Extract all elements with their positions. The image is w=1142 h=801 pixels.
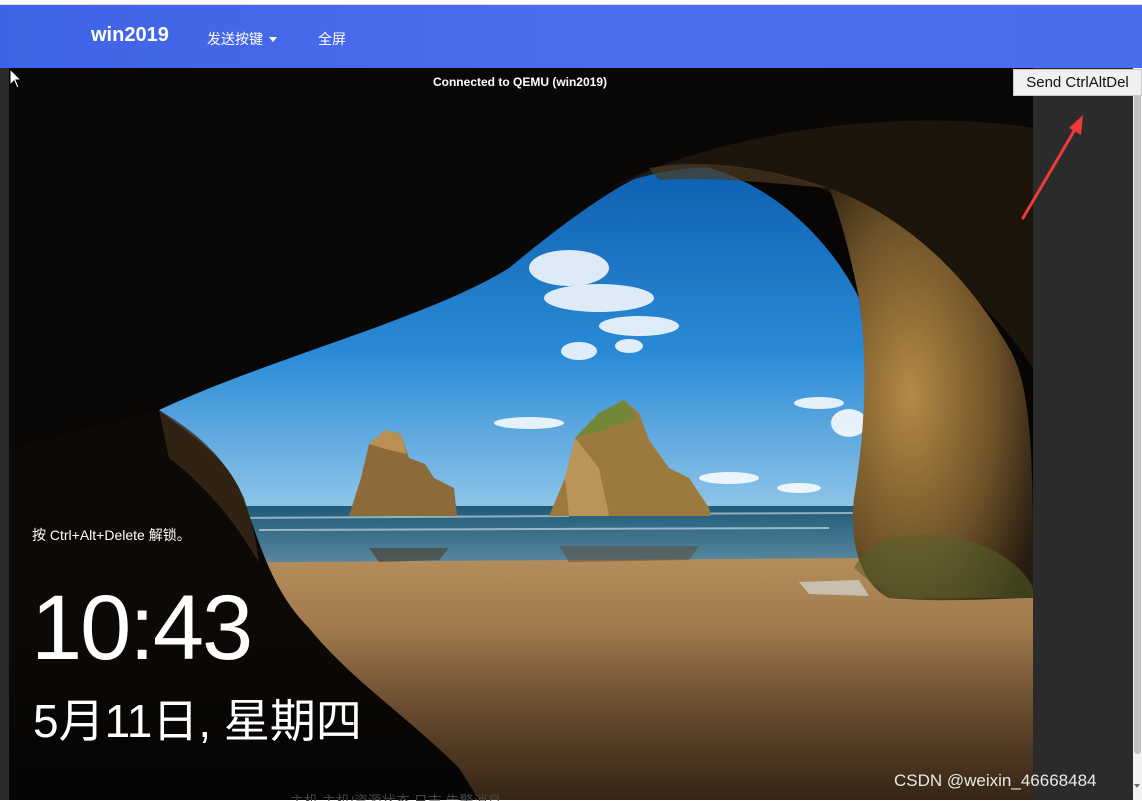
fullscreen-link[interactable]: 全屏 xyxy=(318,29,346,49)
vertical-scrollbar[interactable] xyxy=(1133,68,1142,800)
red-annotation-arrow xyxy=(1021,115,1083,220)
send-keys-label: 发送按键 xyxy=(207,31,263,47)
scrollbar-thumb[interactable] xyxy=(1134,72,1141,754)
lockscreen-clock: 10:43 xyxy=(31,577,253,679)
remote-desktop-screen[interactable]: 按 Ctrl+Alt+Delete 解锁。 10:43 5月11日, 星期四 xyxy=(9,68,1033,800)
csdn-watermark: CSDN @weixin_46668484 xyxy=(894,771,1097,790)
vnc-viewer: 按 Ctrl+Alt+Delete 解锁。 10:43 5月11日, 星期四 xyxy=(0,68,1142,800)
send-ctrl-alt-del-button[interactable]: Send CtrlAltDel xyxy=(1013,69,1142,96)
page-tabs-partial: 主机 主机/资源状态 日志 告警消息 xyxy=(290,793,502,801)
lockscreen-date: 5月11日, 星期四 xyxy=(33,695,362,747)
send-keys-dropdown[interactable]: 发送按键 xyxy=(207,29,277,49)
scroll-down-arrow-icon[interactable] xyxy=(1134,784,1140,788)
viewer-left-margin xyxy=(0,68,9,800)
brand-title[interactable]: win2019 xyxy=(91,24,169,47)
caret-down-icon xyxy=(269,36,277,42)
connection-status: Connected to QEMU (win2019) xyxy=(432,75,608,89)
lockscreen-wallpaper xyxy=(9,68,1033,800)
unlock-hint: 按 Ctrl+Alt+Delete 解锁。 xyxy=(32,527,191,543)
top-navbar: win2019 发送按键 全屏 xyxy=(0,5,1142,68)
